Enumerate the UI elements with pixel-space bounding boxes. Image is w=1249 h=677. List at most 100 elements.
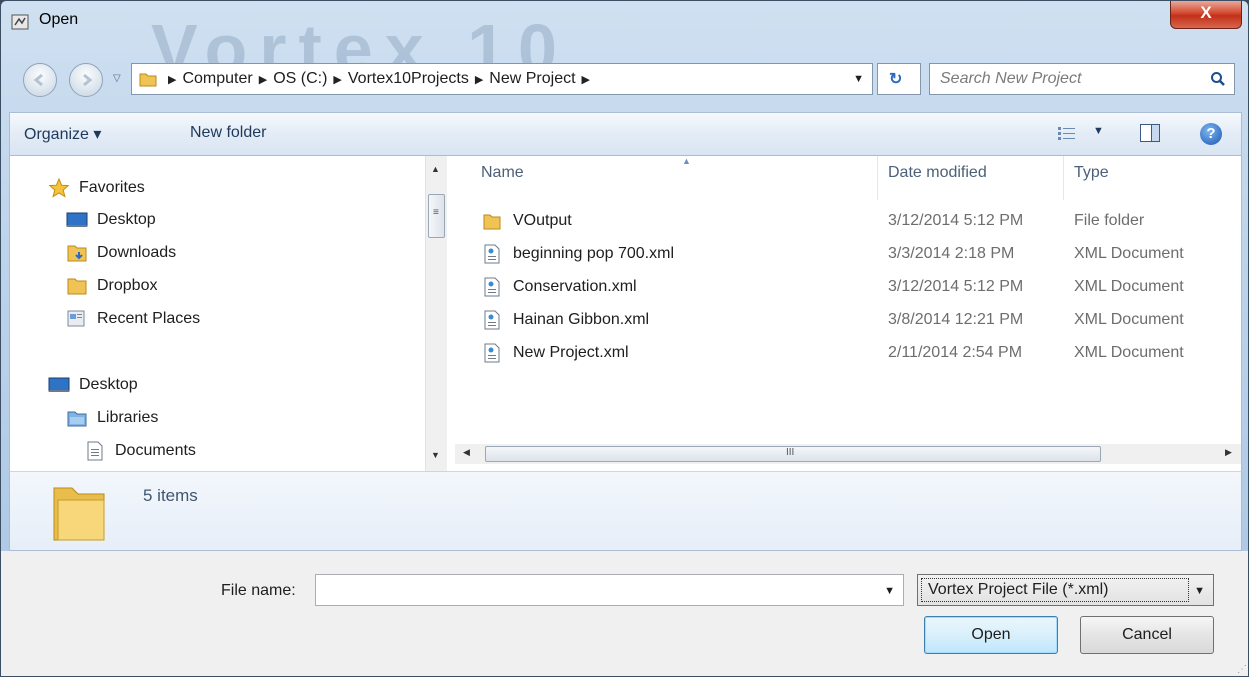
breadcrumb-separator-icon[interactable]: ▶ [333, 73, 341, 86]
nav-item-label: Desktop [79, 376, 138, 393]
resize-grip-icon[interactable]: ⋰ [1237, 664, 1247, 675]
organize-menu-button[interactable]: Organize ▾ [24, 124, 101, 144]
refresh-icon: ↻ [889, 71, 903, 88]
folder-icon [53, 487, 105, 541]
back-arrow-icon [33, 73, 43, 87]
folder-icon [139, 73, 157, 87]
pane-splitter[interactable] [447, 156, 455, 471]
file-type: XML Document [1074, 245, 1184, 262]
breadcrumb-computer[interactable]: Computer [182, 70, 252, 88]
breadcrumb-separator-icon[interactable]: ▶ [168, 73, 176, 86]
breadcrumb-separator-icon[interactable]: ▶ [475, 73, 483, 86]
file-list: ▲ Name Date modified Type VOutput 3/12/2… [455, 156, 1241, 471]
file-date: 3/12/2014 5:12 PM [888, 212, 1024, 229]
scroll-down-arrow-icon[interactable]: ▼ [431, 450, 440, 460]
desktop-icon [66, 212, 88, 227]
nav-item-label: Recent Places [97, 310, 201, 327]
folder-icon [67, 278, 87, 295]
nav-item-label: Favorites [79, 179, 145, 196]
breadcrumb-drive[interactable]: OS (C:) [273, 70, 327, 88]
breadcrumb-new-project[interactable]: New Project [489, 70, 575, 88]
breadcrumb-separator-icon[interactable]: ▶ [259, 73, 267, 86]
column-divider[interactable] [1063, 156, 1064, 200]
preview-pane-icon[interactable] [1140, 124, 1160, 142]
file-type: File folder [1074, 212, 1145, 229]
nav-item-documents[interactable]: Documents [84, 441, 196, 461]
forward-arrow-icon [83, 73, 93, 87]
star-icon [48, 178, 70, 198]
file-date: 3/8/2014 12:21 PM [888, 311, 1024, 328]
nav-item-desktop-root[interactable]: Desktop [48, 375, 138, 395]
nav-item-label: Documents [115, 442, 196, 459]
item-count: 5 items [143, 486, 198, 505]
nav-item-recent-places[interactable]: Recent Places [66, 309, 200, 329]
file-row[interactable]: beginning pop 700.xml 3/3/2014 2:18 PM X… [455, 240, 1241, 270]
nav-item-favorites[interactable]: Favorites [48, 178, 145, 198]
folder-icon [483, 214, 501, 230]
navigation-pane: Favorites Desktop Downloads Dropbox Rece… [10, 156, 447, 471]
close-button[interactable]: X [1170, 1, 1242, 29]
address-dropdown-icon[interactable]: ▼ [853, 73, 864, 85]
file-type-filter-select[interactable]: Vortex Project File (*.xml) ▼ [917, 574, 1214, 606]
file-name: Hainan Gibbon.xml [513, 311, 650, 328]
scrollbar-thumb[interactable]: ≡ [428, 194, 445, 238]
sort-ascending-icon: ▲ [682, 156, 691, 166]
file-row[interactable]: VOutput 3/12/2014 5:12 PM File folder [455, 207, 1241, 237]
column-divider[interactable] [877, 156, 878, 200]
view-dropdown-icon[interactable]: ▼ [1093, 125, 1104, 137]
nav-item-dropbox[interactable]: Dropbox [66, 276, 157, 296]
new-folder-button[interactable]: New folder [190, 124, 266, 142]
nav-item-label: Libraries [97, 409, 159, 426]
nav-item-libraries[interactable]: Libraries [66, 408, 158, 428]
downloads-folder-icon [67, 245, 87, 262]
file-row[interactable]: Hainan Gibbon.xml 3/8/2014 12:21 PM XML … [455, 306, 1241, 336]
window-title: Open [39, 11, 79, 28]
file-list-horizontal-scrollbar[interactable]: ◀ III ▶ [455, 444, 1241, 464]
xml-file-icon [484, 244, 500, 264]
search-icon[interactable] [1210, 71, 1226, 87]
scroll-up-arrow-icon[interactable]: ▲ [431, 164, 440, 174]
grip-icon: ≡ [433, 207, 439, 218]
scrollbar-thumb[interactable]: III [485, 446, 1101, 462]
forward-button[interactable] [69, 63, 103, 97]
document-icon [87, 441, 103, 461]
file-name: New Project.xml [513, 344, 629, 361]
column-header-date-modified[interactable]: Date modified [888, 164, 987, 182]
file-name-field[interactable]: ▼ [315, 574, 904, 606]
breadcrumb-vortex10projects[interactable]: Vortex10Projects [348, 70, 469, 88]
file-date: 3/3/2014 2:18 PM [888, 245, 1015, 262]
file-row[interactable]: Conservation.xml 3/12/2014 5:12 PM XML D… [455, 273, 1241, 303]
recent-places-icon [67, 310, 85, 327]
address-bar[interactable]: ▶ Computer ▶ OS (C:) ▶ Vortex10Projects … [131, 63, 873, 95]
nav-item-desktop[interactable]: Desktop [66, 210, 156, 230]
scroll-left-arrow-icon[interactable]: ◀ [463, 447, 470, 458]
file-type-filter-value: Vortex Project File (*.xml) [928, 581, 1109, 598]
navigation-pane-scrollbar[interactable]: ▲ ≡ ▼ [425, 156, 447, 471]
scroll-right-arrow-icon[interactable]: ▶ [1225, 447, 1232, 458]
column-header-type[interactable]: Type [1074, 164, 1109, 182]
title-bar[interactable]: Vortex 10 Open X [1, 1, 1248, 88]
file-type: XML Document [1074, 311, 1184, 328]
grip-icon: III [786, 447, 795, 458]
view-details-icon[interactable] [1057, 125, 1077, 141]
file-name: Conservation.xml [513, 278, 637, 295]
back-button[interactable] [23, 63, 57, 97]
recent-pages-dropdown-icon[interactable]: ▽ [113, 73, 121, 84]
search-input[interactable]: Search New Project [929, 63, 1235, 95]
cancel-button[interactable]: Cancel [1080, 616, 1214, 654]
column-header-name[interactable]: Name [481, 164, 524, 182]
libraries-icon [67, 411, 87, 427]
breadcrumb-separator-icon[interactable]: ▶ [582, 73, 590, 86]
nav-item-downloads[interactable]: Downloads [66, 243, 176, 263]
xml-file-icon [484, 343, 500, 363]
file-date: 3/12/2014 5:12 PM [888, 278, 1024, 295]
file-name: beginning pop 700.xml [513, 245, 675, 262]
command-bar: Organize ▾ New folder ▼ ? [9, 112, 1242, 156]
help-icon[interactable]: ? [1200, 123, 1222, 145]
open-button[interactable]: Open [924, 616, 1058, 654]
refresh-button[interactable]: ↻ [877, 63, 921, 95]
file-name-dropdown-icon[interactable]: ▼ [884, 585, 895, 597]
file-row[interactable]: New Project.xml 2/11/2014 2:54 PM XML Do… [455, 339, 1241, 369]
app-icon [11, 14, 29, 30]
chevron-down-icon[interactable]: ▼ [1194, 585, 1205, 597]
